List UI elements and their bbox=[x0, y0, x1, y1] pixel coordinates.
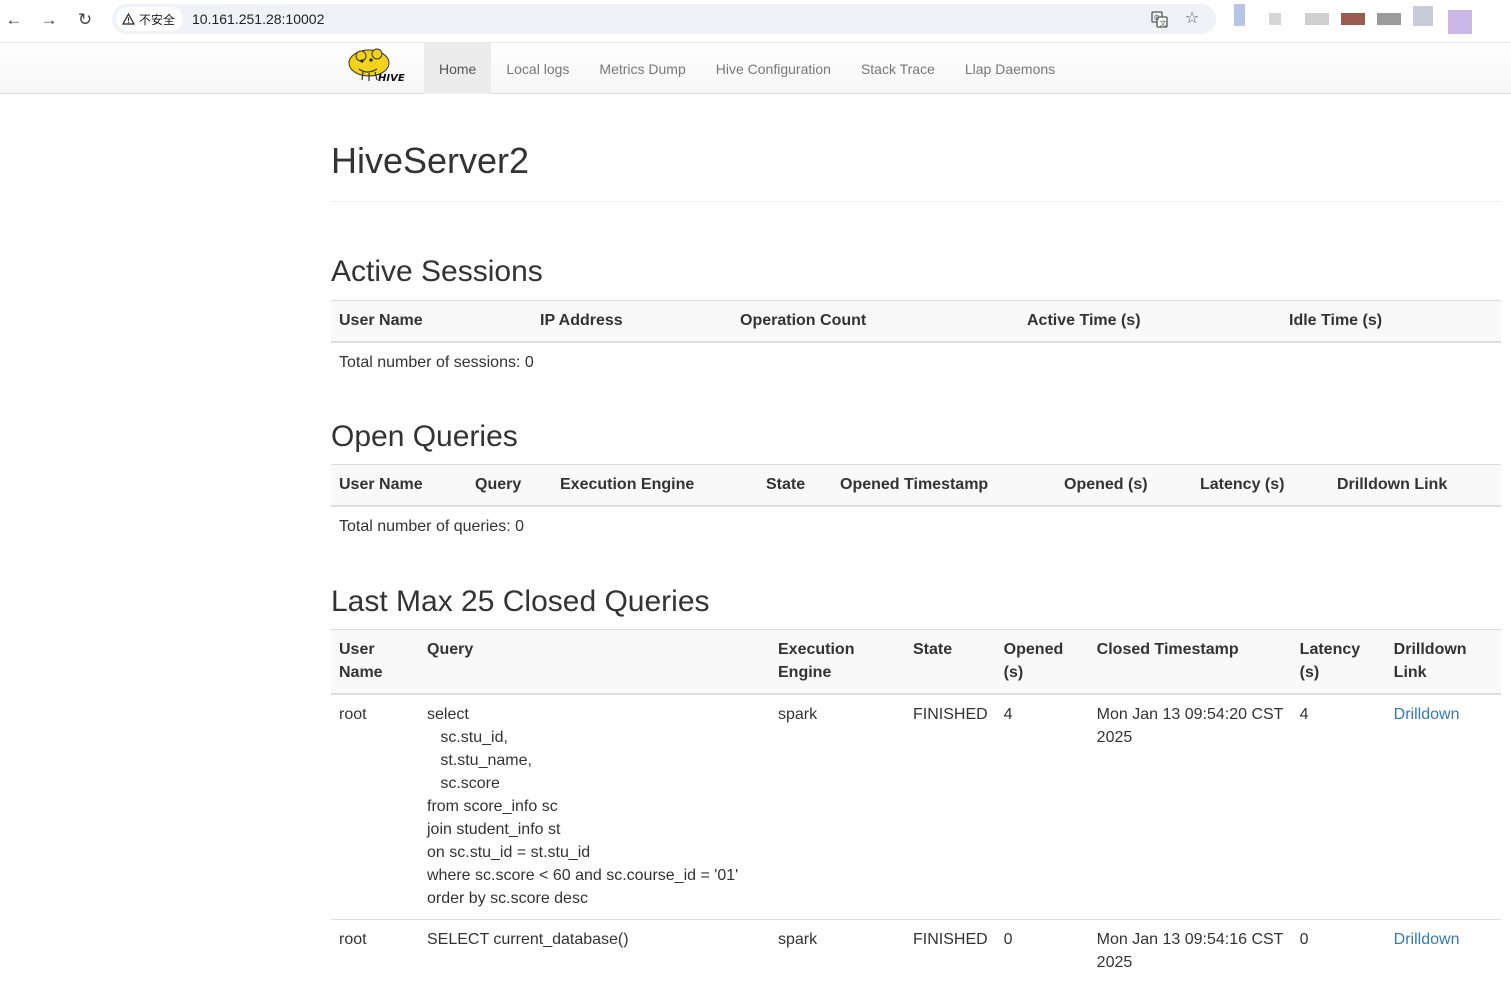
active-sessions-title: Active Sessions bbox=[331, 255, 543, 289]
query-cell: select sc.stu_id, st.stu_name, sc.score … bbox=[419, 694, 770, 920]
extension-icon[interactable] bbox=[1269, 13, 1281, 25]
column-header: Latency (s) bbox=[1192, 465, 1329, 507]
column-header: State bbox=[905, 630, 996, 695]
column-header: Execution Engine bbox=[552, 465, 758, 507]
engine-cell: spark bbox=[770, 694, 905, 920]
column-header: Query bbox=[419, 630, 770, 695]
table-header-row: User Name Query Execution Engine State O… bbox=[331, 465, 1501, 507]
column-header: User Name bbox=[331, 301, 532, 343]
back-arrow-icon[interactable]: ← bbox=[3, 8, 25, 30]
summary-row: Total number of queries: 0 bbox=[331, 506, 1501, 547]
column-header: Opened Timestamp bbox=[832, 465, 1056, 507]
nav-home[interactable]: Home bbox=[424, 43, 491, 94]
extension-icon[interactable] bbox=[1377, 13, 1401, 25]
extension-icon[interactable] bbox=[1305, 13, 1329, 25]
drilldown-cell: Drilldown bbox=[1386, 920, 1501, 983]
nav-metrics-dump[interactable]: Metrics Dump bbox=[584, 43, 700, 94]
opened-cell: 4 bbox=[996, 694, 1089, 920]
column-header: Execution Engine bbox=[770, 630, 905, 695]
opened-cell: 0 bbox=[996, 920, 1089, 983]
column-header: Drilldown Link bbox=[1386, 630, 1501, 695]
closed-timestamp-cell: Mon Jan 13 09:54:20 CST 2025 bbox=[1089, 694, 1292, 920]
column-header: User Name bbox=[331, 465, 467, 507]
top-navbar: HIVE Home Local logs Metrics Dump Hive C… bbox=[0, 42, 1511, 94]
extension-icon[interactable] bbox=[1448, 10, 1472, 34]
closed-queries-title: Last Max 25 Closed Queries bbox=[331, 585, 710, 619]
open-queries-table: User Name Query Execution Engine State O… bbox=[331, 464, 1501, 547]
engine-cell: spark bbox=[770, 920, 905, 983]
table-row: root select sc.stu_id, st.stu_name, sc.s… bbox=[331, 694, 1501, 920]
hive-logo-text: HIVE bbox=[378, 73, 405, 84]
warning-triangle-icon bbox=[122, 13, 135, 25]
column-header: Opened (s) bbox=[1056, 465, 1192, 507]
column-header: Active Time (s) bbox=[1019, 301, 1281, 343]
latency-cell: 4 bbox=[1292, 694, 1386, 920]
forward-arrow-icon[interactable]: → bbox=[38, 8, 60, 30]
table-row: root SELECT current_database() spark FIN… bbox=[331, 920, 1501, 983]
title-divider bbox=[331, 201, 1501, 202]
column-header: Latency (s) bbox=[1292, 630, 1386, 695]
nav-links: Home Local logs Metrics Dump Hive Config… bbox=[424, 43, 1070, 94]
user-cell: root bbox=[331, 694, 419, 920]
url-text[interactable]: 10.161.251.28:10002 bbox=[192, 11, 324, 27]
drilldown-cell: Drilldown bbox=[1386, 694, 1501, 920]
summary-row: Total number of sessions: 0 bbox=[331, 342, 1501, 383]
reload-icon[interactable]: ↻ bbox=[74, 8, 96, 30]
extension-icon[interactable] bbox=[1341, 13, 1365, 25]
hive-logo[interactable]: HIVE bbox=[345, 45, 409, 89]
nav-stack-trace[interactable]: Stack Trace bbox=[846, 43, 950, 94]
closed-timestamp-cell: Mon Jan 13 09:54:16 CST 2025 bbox=[1089, 920, 1292, 983]
page-title: HiveServer2 bbox=[331, 140, 529, 182]
column-header: Idle Time (s) bbox=[1281, 301, 1501, 343]
translate-icon[interactable]: G文 bbox=[1150, 10, 1168, 28]
browser-toolbar: ← → ↻ 不安全 10.161.251.28:10002 G文 ☆ bbox=[0, 0, 1511, 38]
nav-local-logs[interactable]: Local logs bbox=[491, 43, 584, 94]
svg-text:文: 文 bbox=[1159, 18, 1166, 27]
nav-llap-daemons[interactable]: Llap Daemons bbox=[950, 43, 1070, 94]
drilldown-link[interactable]: Drilldown bbox=[1394, 706, 1460, 723]
nav-hive-configuration[interactable]: Hive Configuration bbox=[701, 43, 846, 94]
column-header: Operation Count bbox=[732, 301, 1019, 343]
address-bar[interactable]: 不安全 10.161.251.28:10002 G文 ☆ bbox=[112, 4, 1216, 34]
extensions-area bbox=[1230, 2, 1500, 36]
query-cell: SELECT current_database() bbox=[419, 920, 770, 983]
table-header-row: User Name IP Address Operation Count Act… bbox=[331, 301, 1501, 343]
state-cell: FINISHED bbox=[905, 694, 996, 920]
state-cell: FINISHED bbox=[905, 920, 996, 983]
security-label: 不安全 bbox=[139, 11, 175, 28]
extension-icon[interactable] bbox=[1234, 4, 1245, 26]
open-queries-title: Open Queries bbox=[331, 420, 518, 454]
extension-icon[interactable] bbox=[1413, 6, 1433, 26]
security-chip[interactable]: 不安全 bbox=[116, 7, 183, 31]
column-header: IP Address bbox=[532, 301, 732, 343]
bookmark-star-icon[interactable]: ☆ bbox=[1183, 10, 1201, 28]
drilldown-link[interactable]: Drilldown bbox=[1394, 931, 1460, 948]
column-header: Opened (s) bbox=[996, 630, 1089, 695]
session-count-text: Total number of sessions: 0 bbox=[331, 342, 1501, 383]
column-header: State bbox=[758, 465, 832, 507]
column-header: Drilldown Link bbox=[1329, 465, 1501, 507]
active-sessions-table: User Name IP Address Operation Count Act… bbox=[331, 300, 1501, 383]
column-header: Query bbox=[467, 465, 552, 507]
query-count-text: Total number of queries: 0 bbox=[331, 506, 1501, 547]
table-header-row: User Name Query Execution Engine State O… bbox=[331, 630, 1501, 695]
column-header: User Name bbox=[331, 630, 419, 695]
latency-cell: 0 bbox=[1292, 920, 1386, 983]
column-header: Closed Timestamp bbox=[1089, 630, 1292, 695]
user-cell: root bbox=[331, 920, 419, 983]
closed-queries-table: User Name Query Execution Engine State O… bbox=[331, 629, 1501, 983]
